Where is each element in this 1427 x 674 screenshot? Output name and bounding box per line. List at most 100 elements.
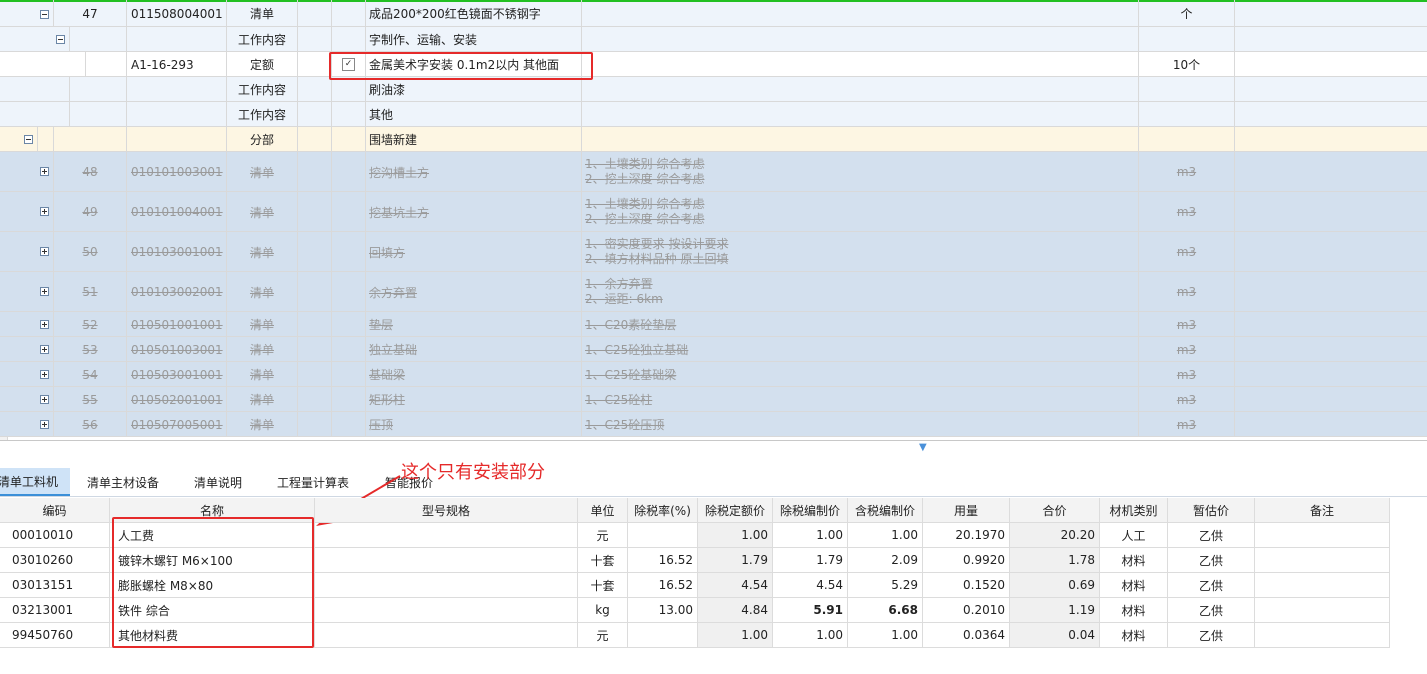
cell-pretax-price[interactable]: 1.00 [773, 523, 848, 547]
cell-category[interactable]: 材料 [1100, 573, 1168, 597]
tree-row-disabled[interactable]: 56 010507005001 清单 压顶 1、C25砼压顶 m3 [0, 412, 1427, 437]
cell-pretax-price[interactable]: 4.54 [773, 573, 848, 597]
cell-code[interactable]: 99450760 [0, 623, 110, 647]
col-header-pretax-price[interactable]: 除税编制价 [773, 498, 848, 522]
tree-row-disabled[interactable]: 48 010101003001 清单 挖沟槽土方 1、土壤类别 综合考虑 2、挖土… [0, 152, 1427, 192]
cell-estimate[interactable]: 乙供 [1168, 523, 1255, 547]
cell-estimate[interactable]: 乙供 [1168, 598, 1255, 622]
cell-code[interactable]: 00010010 [0, 523, 110, 547]
cell-estimate[interactable]: 乙供 [1168, 548, 1255, 572]
expand-icon[interactable] [40, 287, 49, 296]
col-header-code[interactable]: 编码 [0, 498, 110, 522]
row-code: 010502001001 [126, 387, 226, 412]
expand-icon[interactable] [40, 207, 49, 216]
cell-taxed-price[interactable]: 1.00 [848, 623, 923, 647]
cell-category[interactable]: 材料 [1100, 548, 1168, 572]
cell-taxrate[interactable]: 16.52 [628, 573, 698, 597]
expand-icon[interactable] [40, 345, 49, 354]
tree-row-work[interactable]: 工作内容 刷油漆 [0, 77, 1427, 102]
col-header-taxed-price[interactable]: 含税编制价 [848, 498, 923, 522]
cell-remark[interactable] [1255, 598, 1390, 622]
tree-row-qingdan[interactable]: 47 011508004001 清单 成品200*200红色镜面不锈钢字 个 [0, 0, 1427, 27]
cell-category[interactable]: 材料 [1100, 623, 1168, 647]
col-header-spec[interactable]: 型号规格 [315, 498, 578, 522]
cell-pretax-price[interactable]: 5.91 [773, 598, 848, 622]
cell-estimate[interactable]: 乙供 [1168, 623, 1255, 647]
cell-category[interactable]: 材料 [1100, 598, 1168, 622]
row-type: 清单 [226, 387, 297, 412]
expand-icon[interactable] [40, 420, 49, 429]
tree-row-disabled[interactable]: 55 010502001001 清单 矩形柱 1、C25砼柱 m3 [0, 387, 1427, 412]
cell-remark[interactable] [1255, 548, 1390, 572]
cell-code[interactable]: 03213001 [0, 598, 110, 622]
cell-taxrate[interactable]: 16.52 [628, 548, 698, 572]
tree-row-fenbu[interactable]: 分部 围墙新建 [0, 127, 1427, 152]
tree-row-disabled[interactable]: 53 010501003001 清单 独立基础 1、C25砼独立基础 m3 [0, 337, 1427, 362]
col-header-category[interactable]: 材机类别 [1100, 498, 1168, 522]
col-header-unit[interactable]: 单位 [578, 498, 628, 522]
cell-spec[interactable] [315, 573, 578, 597]
col-header-quota-price[interactable]: 除税定额价 [698, 498, 773, 522]
panel-splitter[interactable]: ▼ [0, 440, 1427, 457]
cell-unit[interactable]: 元 [578, 523, 628, 547]
cell-taxed-price[interactable]: 6.68 [848, 598, 923, 622]
cell-category[interactable]: 人工 [1100, 523, 1168, 547]
tree-row-ding[interactable]: A1-16-293 定额 ✓ 金属美术字安装 0.1m2以内 其他面 10个 [0, 52, 1427, 77]
tree-row-work[interactable]: 工作内容 其他 [0, 102, 1427, 127]
col-header-total[interactable]: 合价 [1010, 498, 1100, 522]
cell-spec[interactable] [315, 523, 578, 547]
collapse-icon[interactable] [40, 10, 49, 19]
cell-spec[interactable] [315, 548, 578, 572]
chevron-down-icon[interactable]: ▼ [919, 443, 931, 453]
expand-icon[interactable] [40, 320, 49, 329]
cell-remark[interactable] [1255, 523, 1390, 547]
cell-pretax-price[interactable]: 1.00 [773, 623, 848, 647]
cell-taxed-price[interactable]: 1.00 [848, 523, 923, 547]
tab-zhucai-shebei[interactable]: 清单主材设备 [80, 468, 166, 496]
row-spec: 1、C25砼基础梁 [581, 362, 1138, 387]
collapse-icon[interactable] [56, 35, 65, 44]
cell-remark[interactable] [1255, 573, 1390, 597]
col-header-quantity[interactable]: 用量 [923, 498, 1010, 522]
cell-quantity[interactable]: 0.1520 [923, 573, 1010, 597]
expand-icon[interactable] [40, 247, 49, 256]
highlight-box-quota [329, 52, 593, 80]
cell-taxed-price[interactable]: 2.09 [848, 548, 923, 572]
tree-row-disabled[interactable]: 50 010103001001 清单 回填方 1、密实度要求 按设计要求 2、填方… [0, 232, 1427, 272]
cell-code[interactable]: 03010260 [0, 548, 110, 572]
tree-row-disabled[interactable]: 51 010103002001 清单 余方弃置 1、余方弃置 2、运距: 6km … [0, 272, 1427, 312]
cell-taxed-price[interactable]: 5.29 [848, 573, 923, 597]
cell-quantity[interactable]: 0.9920 [923, 548, 1010, 572]
cell-unit[interactable]: kg [578, 598, 628, 622]
cell-unit[interactable]: 十套 [578, 573, 628, 597]
tab-qingdan-gongliaoji[interactable]: 清单工料机 [0, 468, 70, 496]
tab-qingdan-shuoming[interactable]: 清单说明 [184, 468, 252, 496]
expand-icon[interactable] [40, 395, 49, 404]
cell-spec[interactable] [315, 623, 578, 647]
cell-pretax-price[interactable]: 1.79 [773, 548, 848, 572]
cell-quantity[interactable]: 0.2010 [923, 598, 1010, 622]
tree-row-disabled[interactable]: 54 010503001001 清单 基础梁 1、C25砼基础梁 m3 [0, 362, 1427, 387]
cell-code[interactable]: 03013151 [0, 573, 110, 597]
cell-spec[interactable] [315, 598, 578, 622]
tree-row-disabled[interactable]: 49 010101004001 清单 挖基坑土方 1、土壤类别 综合考虑 2、挖土… [0, 192, 1427, 232]
tree-row-disabled[interactable]: 52 010501001001 清单 垫层 1、C20素砼垫层 m3 [0, 312, 1427, 337]
expand-icon[interactable] [40, 167, 49, 176]
col-header-remark[interactable]: 备注 [1255, 498, 1390, 522]
cell-quantity[interactable]: 0.0364 [923, 623, 1010, 647]
cell-remark[interactable] [1255, 623, 1390, 647]
cell-taxrate[interactable] [628, 623, 698, 647]
cell-taxrate[interactable]: 13.00 [628, 598, 698, 622]
col-header-taxrate[interactable]: 除税率(%) [628, 498, 698, 522]
expand-icon[interactable] [40, 370, 49, 379]
cell-unit[interactable]: 元 [578, 623, 628, 647]
cell-taxrate[interactable] [628, 523, 698, 547]
collapse-icon[interactable] [24, 135, 33, 144]
cell-quantity[interactable]: 20.1970 [923, 523, 1010, 547]
cell-unit[interactable]: 十套 [578, 548, 628, 572]
col-header-estimate[interactable]: 暂估价 [1168, 498, 1255, 522]
cell-estimate[interactable]: 乙供 [1168, 573, 1255, 597]
row-extra [1234, 0, 1427, 27]
tree-row-work[interactable]: 工作内容 字制作、运输、安装 [0, 27, 1427, 52]
row-unit: 个 [1138, 0, 1234, 27]
